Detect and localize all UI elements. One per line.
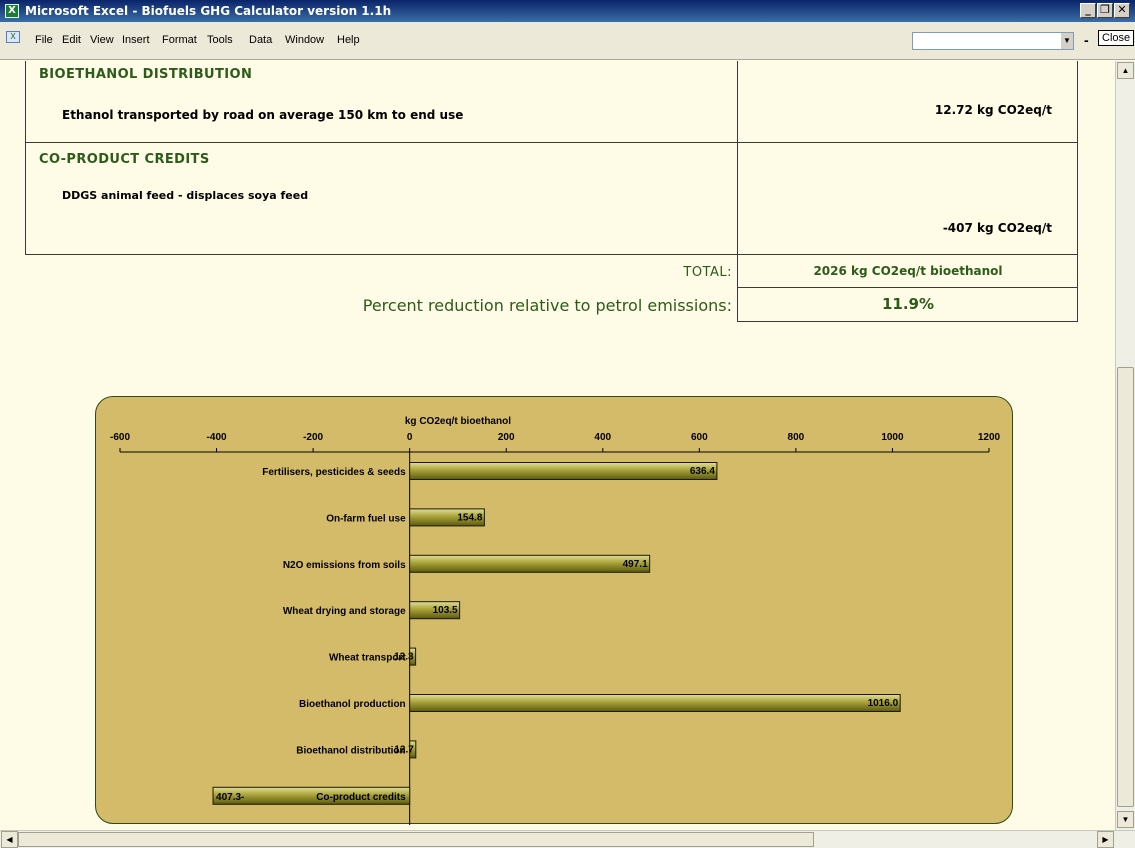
bar [409,694,901,712]
data-label: 636.4 [690,466,715,477]
vertical-scrollbar[interactable]: ▲ ▼ [1115,61,1135,830]
workbook-icon[interactable]: X [6,31,20,43]
data-label: 1016.0 [868,698,899,709]
scroll-right-icon[interactable]: ▶ [1097,831,1114,848]
scroll-down-icon[interactable]: ▼ [1117,811,1134,828]
menu-window[interactable]: Window [285,34,324,46]
credits-description: DDGS animal feed - displaces soya feed [62,189,309,202]
question-box[interactable] [912,32,1074,50]
x-tick-label: 600 [691,432,708,443]
category-label: Bioethanol production [299,699,406,710]
close-window-button[interactable]: ✕ [1114,3,1130,18]
x-tick-label: 200 [498,432,515,443]
reduction-label: Percent reduction relative to petrol emi… [362,296,732,315]
x-tick-label: -200 [303,432,323,443]
x-tick-label: 1000 [881,432,904,443]
data-label: 12.7 [394,744,414,755]
cell-border [737,61,738,322]
reduction-value: 11.9% [881,295,935,313]
x-tick-label: 0 [407,432,413,443]
vertical-scroll-thumb[interactable] [1117,367,1134,807]
x-tick-label: 800 [788,432,805,443]
chart-canvas: kg CO2eq/t bioethanol -600 -400 -200 0 200 400… [110,416,1001,825]
chart-title: kg CO2eq/t bioethanol [405,416,511,427]
window-title: Microsoft Excel - Biofuels GHG Calculato… [25,4,392,18]
data-label: 407.3- [216,792,244,803]
x-tick-label: -600 [110,432,130,443]
cell-border [25,61,26,254]
data-label: 497.1 [623,559,648,570]
menu-file[interactable]: File [35,34,53,46]
x-tick-label: -400 [207,432,227,443]
cell-border [1077,61,1078,322]
x-tick-label: 400 [594,432,611,443]
chevron-down-icon[interactable]: ▼ [1061,33,1073,49]
menu-help[interactable]: Help [337,34,360,46]
worksheet[interactable]: BIOETHANOL DISTRIBUTION Ethanol transpor… [0,61,1115,830]
scroll-left-icon[interactable]: ◀ [1,831,18,848]
credits-heading: CO-PRODUCT CREDITS [39,152,210,167]
cell-border [25,254,1078,255]
category-label: N2O emissions from soils [283,560,406,571]
category-label: On-farm fuel use [326,513,406,524]
bar [409,462,718,480]
menu-data[interactable]: Data [249,34,272,46]
menu-view[interactable]: View [90,34,114,46]
distribution-value: 12.72 kg CO2eq/t [934,103,1052,117]
horizontal-scroll-thumb[interactable] [18,832,814,847]
menu-format[interactable]: Format [162,34,197,46]
minimize-workbook-button[interactable]: - [1084,32,1089,48]
menu-tools[interactable]: Tools [207,34,233,46]
x-tick-label: 1200 [978,432,1001,443]
category-label: Wheat drying and storage [283,606,406,617]
category-label: Fertilisers, pesticides & seeds [262,467,406,478]
menu-bar: X File Edit View Insert Format Tools Dat… [0,22,1135,60]
distribution-description: Ethanol transported by road on average 1… [62,108,464,122]
title-bar: X Microsoft Excel - Biofuels GHG Calcula… [0,0,1135,22]
restore-button[interactable]: ❐ [1097,3,1113,18]
excel-icon[interactable]: X [5,4,19,18]
total-label: TOTAL: [683,265,732,280]
cell-border [737,321,1078,322]
cell-border [25,142,1078,143]
menu-insert[interactable]: Insert [122,34,150,46]
data-label: 103.5 [433,605,458,616]
distribution-heading: BIOETHANOL DISTRIBUTION [39,67,253,82]
horizontal-scrollbar[interactable]: ◀ ▶ [0,830,1135,848]
category-label: Co-product credits [316,792,406,803]
data-label: 12.3 [394,652,414,663]
data-label: 154.8 [457,512,482,523]
credits-value: -407 kg CO2eq/t [942,221,1052,235]
bar [409,554,651,573]
cell-border [737,287,1078,288]
menu-edit[interactable]: Edit [62,34,81,46]
emissions-chart[interactable]: kg CO2eq/t bioethanol -600 -400 -200 0 200 400… [95,396,1013,825]
close-workbook-button[interactable]: Close [1098,30,1135,46]
minimize-button[interactable]: _ [1080,3,1096,18]
total-value: 2026 kg CO2eq/t bioethanol [813,264,1003,278]
scroll-up-icon[interactable]: ▲ [1117,62,1134,79]
category-label: Bioethanol distribution [296,745,405,756]
